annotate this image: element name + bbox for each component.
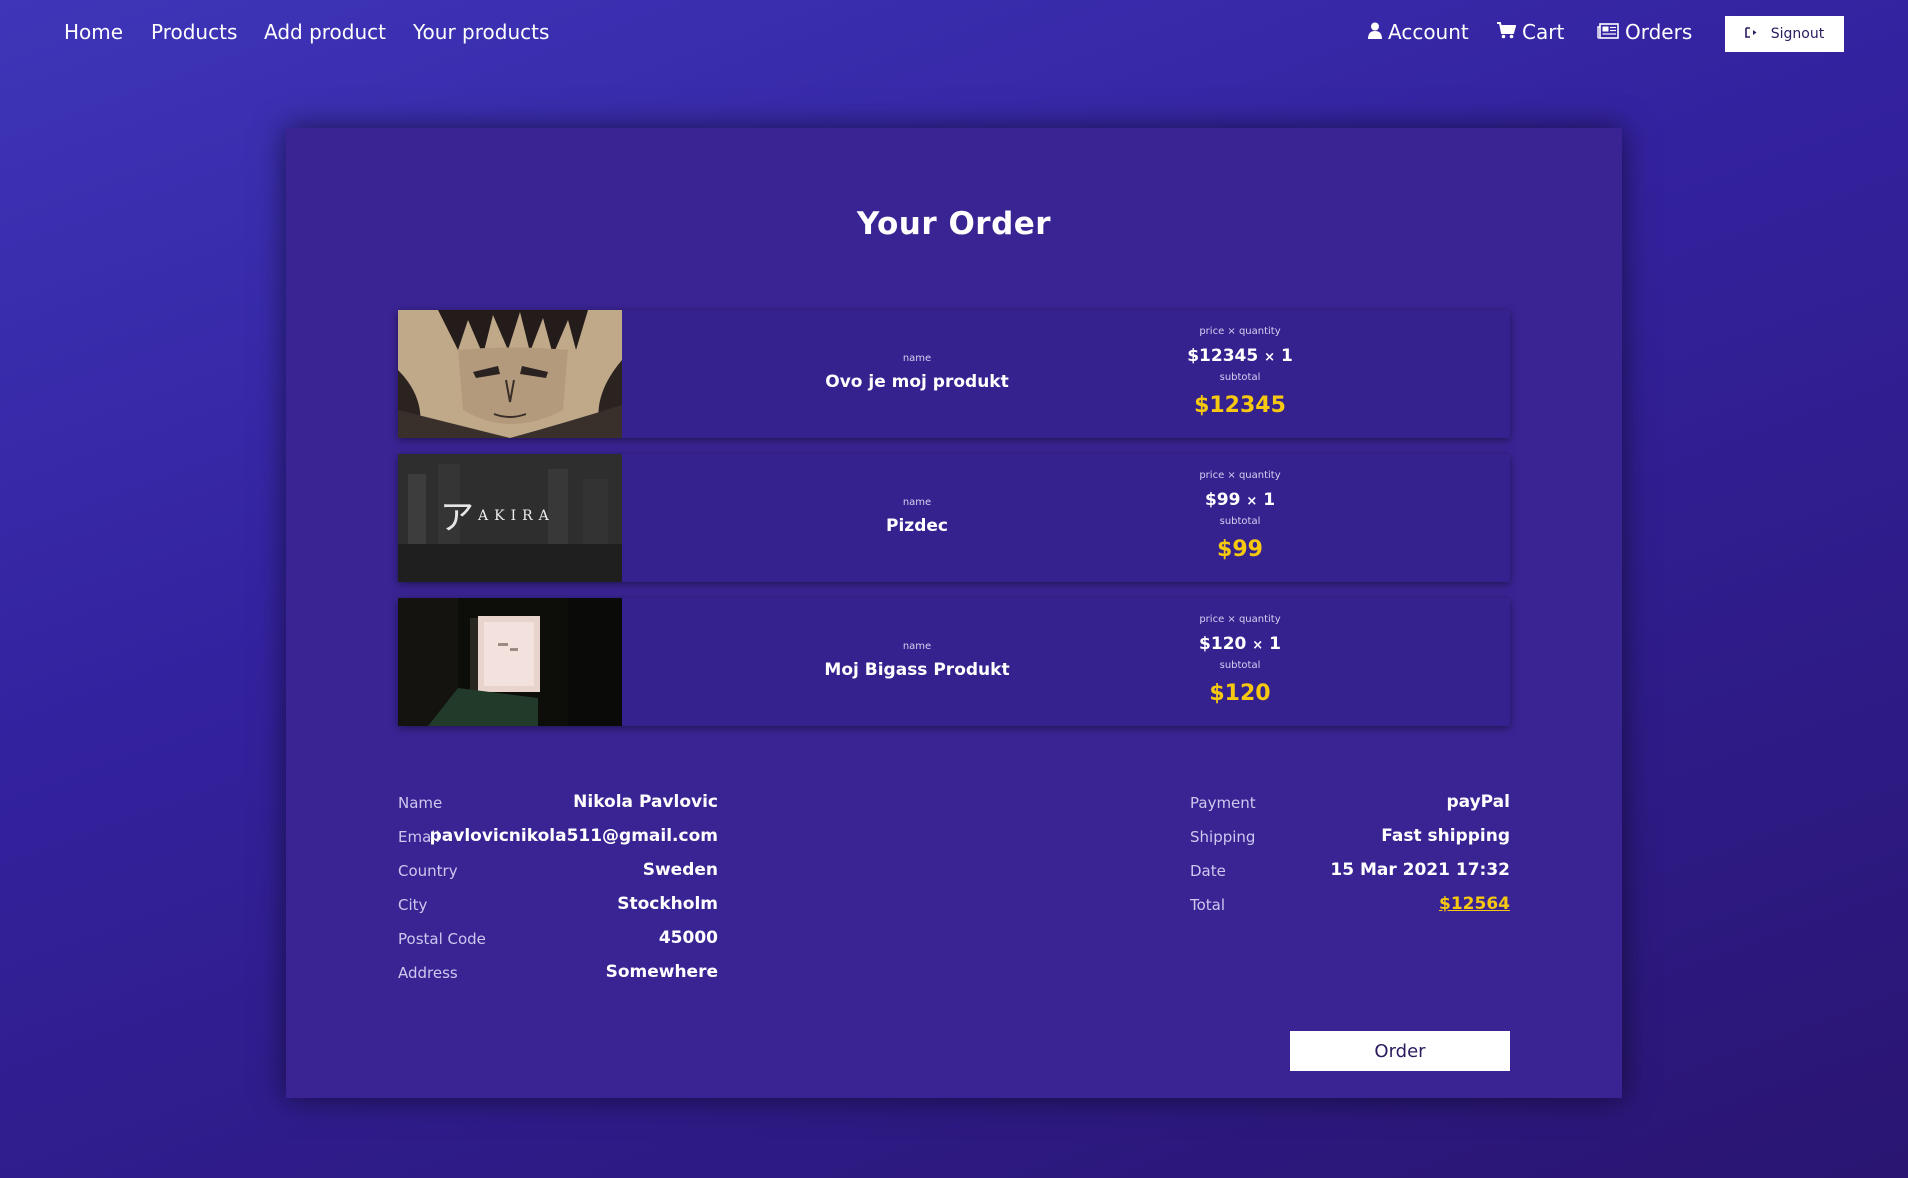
order-button[interactable]: Order	[1290, 1031, 1510, 1071]
summary-value: Fast shipping	[1381, 826, 1510, 846]
nav-your-products[interactable]: Your products	[413, 20, 549, 44]
product-image	[398, 310, 622, 438]
name-label: name	[902, 641, 932, 652]
summary-label: Date	[1190, 862, 1226, 880]
info-row-city: City Stockholm	[398, 894, 718, 918]
summary-label: Payment	[1190, 794, 1256, 812]
times-sign: ×	[1264, 350, 1276, 365]
item-subtotal: $12345	[1194, 393, 1286, 418]
summary-row-total: Total $12564	[1190, 894, 1510, 918]
nav-cart-label: Cart	[1522, 20, 1565, 44]
price-quantity-label: price × quantity	[1199, 614, 1281, 625]
item-subtotal: $120	[1209, 681, 1271, 706]
item-subtotal: $99	[1217, 537, 1263, 562]
summary-label: Total	[1190, 896, 1226, 914]
info-label: Name	[398, 794, 443, 812]
price-quantity: $99 × 1	[1130, 490, 1350, 510]
info-row-country: Country Sweden	[398, 860, 718, 884]
info-label: City	[398, 896, 428, 914]
total-link[interactable]: $12564	[1439, 894, 1510, 914]
subtotal-label: subtotal	[1219, 660, 1261, 671]
top-navbar: Home Products Add product Your products …	[0, 0, 1908, 68]
item-quantity: 1	[1269, 634, 1281, 654]
item-name: Ovo je moj produkt	[825, 372, 1009, 392]
order-item: ア AKIRA name Pizdec price × quantity $99…	[398, 454, 1510, 582]
user-icon	[1368, 22, 1382, 44]
info-value: Somewhere	[605, 962, 718, 982]
order-item: name Ovo je moj produkt price × quantity…	[398, 310, 1510, 438]
info-value: pavlovicnikola511@gmail.com	[429, 826, 718, 846]
summary-row-date: Date 15 Mar 2021 17:32	[1190, 860, 1510, 884]
info-label: Postal Code	[398, 930, 486, 948]
signout-button[interactable]: Signout	[1725, 16, 1844, 52]
summary-value: 15 Mar 2021 17:32	[1330, 860, 1510, 880]
subtotal-label: subtotal	[1219, 372, 1261, 383]
nav-add-product[interactable]: Add product	[264, 20, 386, 44]
item-price-column: price × quantity $99 × 1 subtotal $99	[1130, 454, 1350, 582]
item-name-column: name Moj Bigass Produkt	[622, 598, 1212, 726]
akira-logo-text: AKIRA	[477, 508, 555, 524]
item-name: Moj Bigass Produkt	[824, 660, 1010, 680]
price-quantity-label: price × quantity	[1199, 326, 1281, 337]
info-row-postal-code: Postal Code 45000	[398, 928, 718, 952]
info-label: Address	[398, 964, 458, 982]
name-label: name	[902, 497, 932, 508]
sign-out-icon	[1744, 27, 1757, 41]
item-price-column: price × quantity $12345 × 1 subtotal $12…	[1130, 310, 1350, 438]
item-price: $120	[1199, 634, 1247, 654]
summary-value: payPal	[1446, 792, 1510, 812]
item-quantity: 1	[1263, 490, 1276, 510]
item-price: $99	[1204, 490, 1241, 510]
order-card: Your Order name Ovo je moj produkt price…	[286, 128, 1622, 1098]
price-quantity: $120 × 1	[1130, 634, 1350, 654]
product-image	[398, 598, 622, 726]
times-sign: ×	[1252, 638, 1264, 653]
info-row-email: Email pavlovicnikola511@gmail.com	[398, 826, 718, 850]
times-sign: ×	[1246, 494, 1258, 509]
info-value: Nikola Pavlovic	[573, 792, 718, 812]
price-quantity: $12345 × 1	[1130, 346, 1350, 366]
item-name: Pizdec	[886, 516, 948, 536]
summary-row-payment: Payment payPal	[1190, 792, 1510, 816]
summary-row-shipping: Shipping Fast shipping	[1190, 826, 1510, 850]
nav-products[interactable]: Products	[151, 20, 237, 44]
nav-cart[interactable]: Cart	[1497, 20, 1564, 44]
info-value: 45000	[658, 928, 718, 948]
info-value: Sweden	[642, 860, 718, 880]
nav-orders[interactable]: Orders	[1597, 20, 1692, 44]
page-title: Your Order	[856, 206, 1052, 242]
nav-account[interactable]: Account	[1368, 20, 1469, 44]
subtotal-label: subtotal	[1219, 516, 1261, 527]
info-label: Country	[398, 862, 458, 880]
newspaper-icon	[1597, 23, 1619, 44]
item-name-column: name Pizdec	[622, 454, 1212, 582]
info-value: Stockholm	[617, 894, 718, 914]
item-name-column: name Ovo je moj produkt	[622, 310, 1212, 438]
nav-home[interactable]: Home	[64, 20, 123, 44]
nav-account-label: Account	[1388, 20, 1469, 44]
info-row-name: Name Nikola Pavlovic	[398, 792, 718, 816]
name-label: name	[902, 353, 932, 364]
summary-label: Shipping	[1190, 828, 1256, 846]
price-quantity-label: price × quantity	[1199, 470, 1281, 481]
signout-label: Signout	[1770, 26, 1825, 42]
item-price-column: price × quantity $120 × 1 subtotal $120	[1130, 598, 1350, 726]
cart-icon	[1497, 22, 1517, 44]
svg-text:ア: ア	[440, 498, 474, 538]
item-price: $12345	[1187, 346, 1259, 366]
product-image: ア AKIRA	[398, 454, 622, 582]
nav-orders-label: Orders	[1625, 20, 1693, 44]
order-item: name Moj Bigass Produkt price × quantity…	[398, 598, 1510, 726]
item-quantity: 1	[1280, 346, 1293, 366]
info-row-address: Address Somewhere	[398, 962, 718, 986]
